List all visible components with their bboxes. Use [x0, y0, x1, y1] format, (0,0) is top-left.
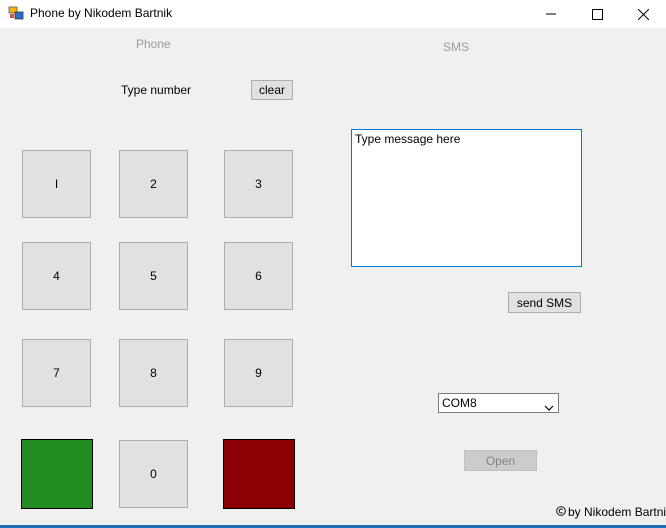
key-1-button[interactable]: I [22, 150, 91, 218]
window-title: Phone by Nikodem Bartnik [30, 6, 173, 20]
key-5-button[interactable]: 5 [119, 242, 188, 310]
open-port-button[interactable]: Open [464, 450, 537, 471]
key-7-button[interactable]: 7 [22, 339, 91, 407]
sms-message-input[interactable]: Type message here [351, 129, 582, 267]
minimize-button[interactable] [528, 0, 574, 28]
key-8-button[interactable]: 8 [119, 339, 188, 407]
hangup-button[interactable] [223, 439, 295, 509]
chevron-down-icon [544, 400, 554, 414]
key-3-button[interactable]: 3 [224, 150, 293, 218]
credit: by Nikodem Bartnik [556, 505, 666, 519]
title-bar: Phone by Nikodem Bartnik [0, 0, 666, 28]
sms-section-label: SMS [443, 40, 470, 54]
key-0-button[interactable]: 0 [119, 440, 188, 508]
phone-section-label: Phone [136, 37, 171, 51]
key-6-button[interactable]: 6 [224, 242, 293, 310]
minimize-icon [546, 9, 556, 19]
close-button[interactable] [620, 0, 666, 28]
copyright-icon [556, 505, 566, 519]
close-icon [637, 8, 649, 20]
maximize-icon [591, 8, 603, 20]
call-button[interactable] [21, 439, 93, 509]
com-port-select[interactable]: COM8 [438, 393, 559, 413]
key-4-button[interactable]: 4 [22, 242, 91, 310]
maximize-button[interactable] [574, 0, 620, 28]
com-port-value: COM8 [442, 396, 477, 410]
credit-text: by Nikodem Bartnik [568, 505, 666, 519]
key-9-button[interactable]: 9 [224, 339, 293, 407]
clear-button[interactable]: clear [251, 80, 293, 100]
send-sms-button[interactable]: send SMS [508, 292, 581, 313]
key-2-button[interactable]: 2 [119, 150, 188, 218]
app-icon [8, 5, 24, 21]
number-display: Type number [121, 83, 192, 97]
